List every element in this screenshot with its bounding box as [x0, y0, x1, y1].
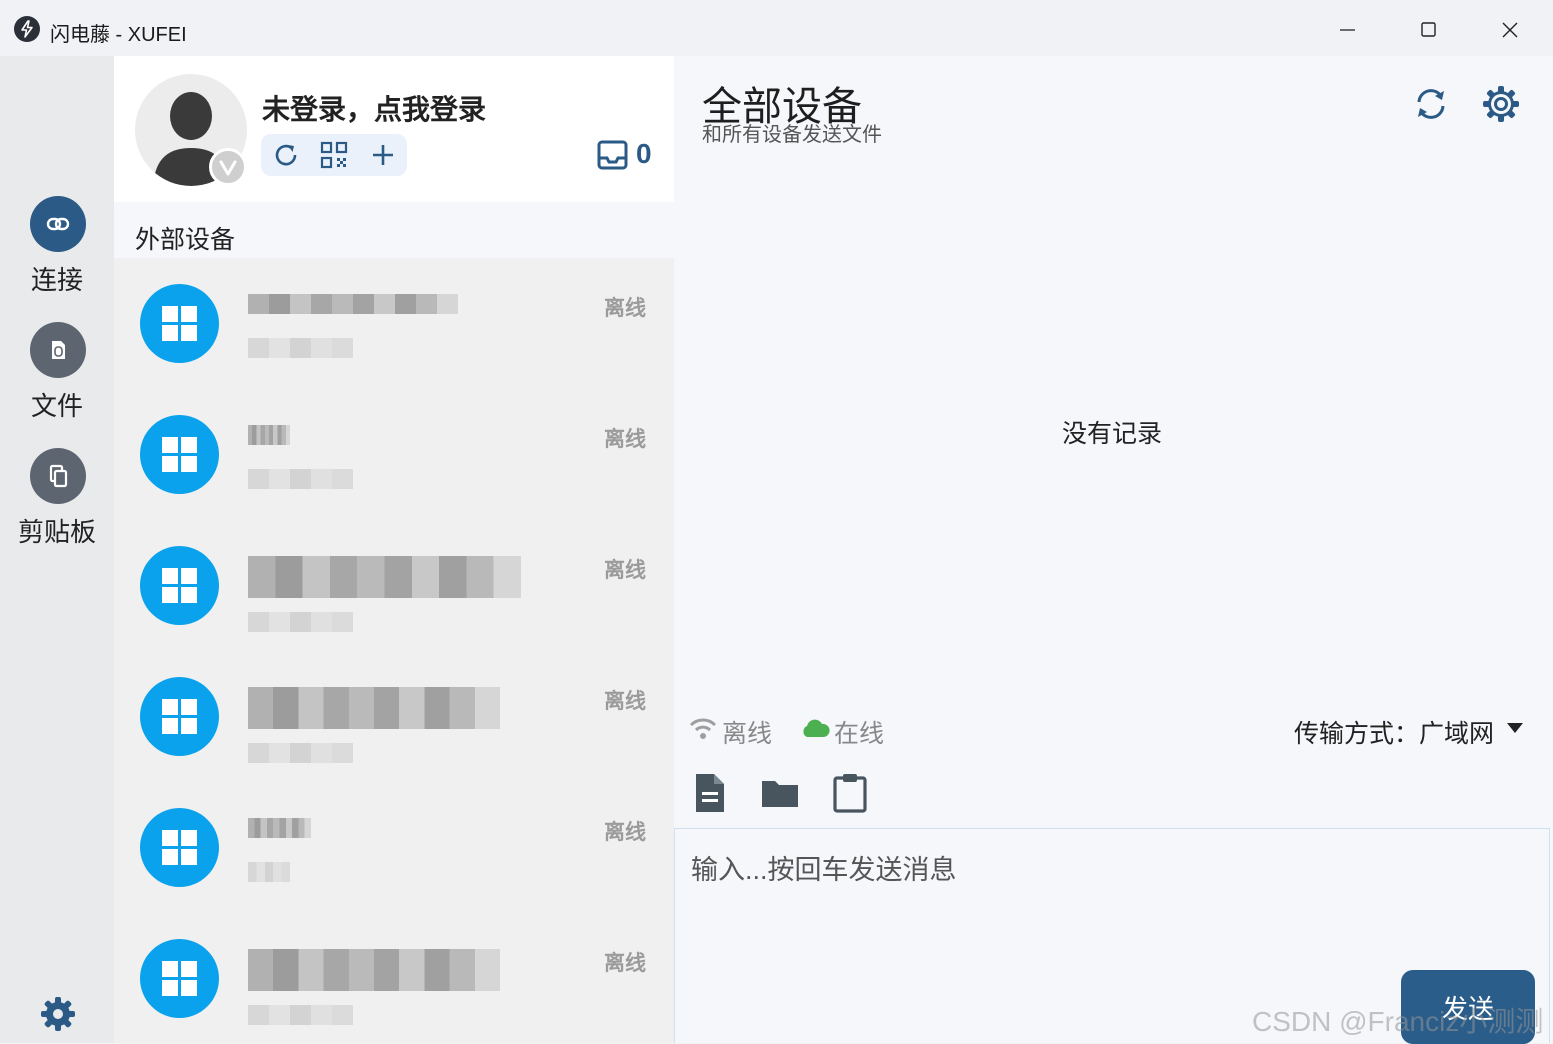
refresh-icon[interactable]	[271, 140, 301, 170]
page-subtitle: 和所有设备发送文件	[702, 124, 882, 146]
device-name	[248, 949, 500, 991]
device-row[interactable]: 离线	[114, 913, 674, 1044]
device-row[interactable]: 离线	[114, 782, 674, 913]
sync-icon[interactable]	[1411, 84, 1451, 124]
cloud-icon	[800, 716, 830, 742]
device-name	[248, 556, 521, 598]
side-nav: 连接 文件 剪贴板	[0, 56, 114, 1043]
device-pane: 未登录，点我登录 0 外部设备 离线 离线 离线 离线 离线 离线	[114, 56, 674, 1043]
folder-icon[interactable]	[760, 772, 800, 814]
device-detail	[248, 743, 353, 763]
device-detail	[248, 862, 290, 882]
vip-badge-icon	[209, 148, 247, 186]
windows-icon	[140, 415, 219, 494]
device-name	[248, 818, 311, 838]
main-panel: 全部设备 和所有设备发送文件 没有记录 离线 在线 传输方式：广域网 输入...…	[674, 56, 1553, 1044]
nav-item-file[interactable]: 文件	[0, 322, 114, 432]
device-status: 离线	[604, 297, 646, 320]
empty-state: 没有记录	[1062, 420, 1163, 448]
device-row[interactable]: 离线	[114, 651, 674, 782]
device-name	[248, 687, 500, 729]
windows-icon	[140, 808, 219, 887]
maximize-button[interactable]	[1408, 14, 1448, 46]
device-detail	[248, 469, 353, 489]
section-title: 外部设备	[135, 226, 236, 254]
wifi-icon	[688, 716, 718, 742]
device-detail	[248, 1005, 353, 1025]
plus-icon[interactable]	[368, 140, 398, 170]
chevron-down-icon[interactable]	[1506, 722, 1524, 734]
settings-gear-icon[interactable]	[1481, 84, 1521, 124]
nav-label: 剪贴板	[17, 517, 96, 547]
clipboard-icon[interactable]	[830, 772, 870, 814]
document-icon[interactable]	[690, 772, 730, 814]
device-detail	[248, 612, 353, 632]
gear-icon[interactable]	[38, 994, 78, 1034]
status-bar: 离线 在线 传输方式：广域网	[674, 706, 1553, 752]
windows-icon	[140, 546, 219, 625]
clipboard-copy-icon	[30, 448, 86, 504]
device-status: 离线	[604, 690, 646, 713]
login-prompt[interactable]: 未登录，点我登录	[262, 88, 486, 128]
watermark: CSDN @Franciz小测测	[1252, 1006, 1544, 1037]
device-row[interactable]: 离线	[114, 520, 674, 651]
device-status: 离线	[604, 952, 646, 975]
inbox-icon[interactable]	[596, 138, 630, 172]
section-header: 外部设备	[114, 202, 674, 258]
lightning-bolt-icon	[14, 16, 40, 42]
device-name	[248, 294, 458, 314]
nav-item-connect[interactable]: 连接	[0, 196, 114, 306]
legend-online: 在线	[834, 720, 885, 748]
user-card[interactable]: 未登录，点我登录 0	[114, 56, 674, 202]
windows-icon	[140, 284, 219, 363]
qr-code-icon[interactable]	[319, 140, 349, 170]
device-detail	[248, 338, 353, 358]
windows-icon	[140, 677, 219, 756]
transfer-mode-select[interactable]: 传输方式：广域网	[1294, 714, 1494, 750]
title-bar: 闪电藤 - XUFEI	[0, 0, 1553, 56]
file-icon	[30, 322, 86, 378]
nav-item-clipboard[interactable]: 剪贴板	[0, 448, 114, 558]
message-input[interactable]	[689, 849, 1533, 891]
link-icon	[30, 196, 86, 252]
inbox-count: 0	[636, 138, 652, 169]
device-status: 离线	[604, 821, 646, 844]
user-actions	[261, 134, 407, 176]
device-row[interactable]: 离线	[114, 258, 674, 389]
device-status: 离线	[604, 559, 646, 582]
device-name	[248, 425, 290, 445]
nav-label: 连接	[30, 265, 83, 295]
window-title: 闪电藤 - XUFEI	[50, 24, 187, 46]
minimize-button[interactable]	[1328, 14, 1368, 46]
device-row[interactable]: 离线	[114, 389, 674, 520]
windows-icon	[140, 939, 219, 1018]
device-status: 离线	[604, 428, 646, 451]
nav-label: 文件	[30, 391, 83, 421]
legend-offline: 离线	[722, 720, 773, 748]
close-button[interactable]	[1490, 14, 1530, 46]
